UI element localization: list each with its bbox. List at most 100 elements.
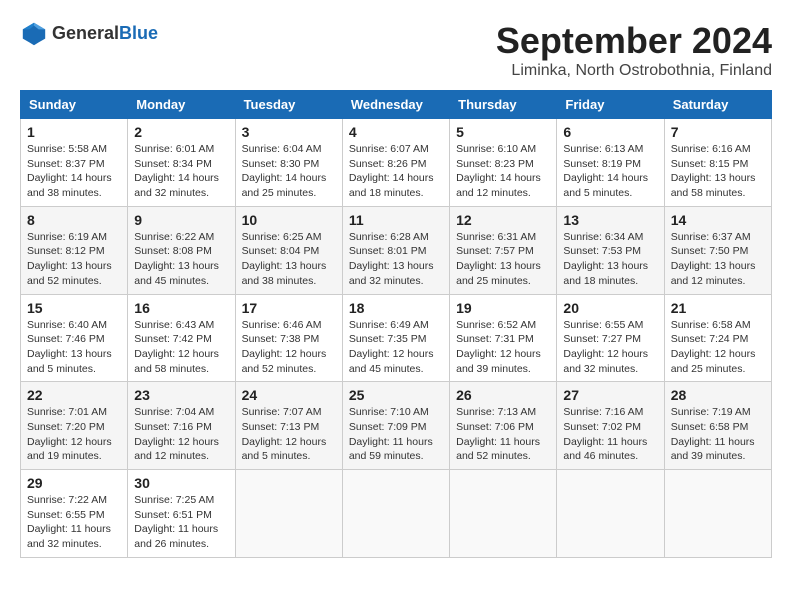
day-info: Sunrise: 7:10 AMSunset: 7:09 PMDaylight:…	[349, 405, 443, 464]
day-number: 10	[242, 212, 336, 228]
calendar-cell: 3Sunrise: 6:04 AMSunset: 8:30 PMDaylight…	[235, 119, 342, 207]
calendar-cell: 2Sunrise: 6:01 AMSunset: 8:34 PMDaylight…	[128, 119, 235, 207]
day-info: Sunrise: 6:40 AMSunset: 7:46 PMDaylight:…	[27, 318, 121, 377]
day-number: 6	[563, 124, 657, 140]
calendar-cell: 10 Sunrise: 6:25 AMSunset: 8:04 PMDayligh…	[235, 206, 342, 294]
weekday-header-row: SundayMondayTuesdayWednesdayThursdayFrid…	[21, 91, 772, 119]
day-number: 23	[134, 387, 228, 403]
day-number: 30	[134, 475, 228, 491]
day-info: Sunrise: 6:28 AMSunset: 8:01 PMDaylight:…	[349, 230, 443, 289]
day-number: 9	[134, 212, 228, 228]
calendar-cell: 17 Sunrise: 6:46 AMSunset: 7:38 PMDayligh…	[235, 294, 342, 382]
calendar-cell: 11 Sunrise: 6:28 AMSunset: 8:01 PMDayligh…	[342, 206, 449, 294]
calendar-cell: 9 Sunrise: 6:22 AMSunset: 8:08 PMDaylight…	[128, 206, 235, 294]
day-number: 12	[456, 212, 550, 228]
calendar-cell: 1Sunrise: 5:58 AMSunset: 8:37 PMDaylight…	[21, 119, 128, 207]
day-number: 25	[349, 387, 443, 403]
logo-text: GeneralBlue	[52, 24, 158, 44]
calendar-cell: 27 Sunrise: 7:16 AMSunset: 7:02 PMDayligh…	[557, 382, 664, 470]
weekday-header: Friday	[557, 91, 664, 119]
calendar-cell: 7 Sunrise: 6:16 AMSunset: 8:15 PMDaylight…	[664, 119, 771, 207]
location: Liminka, North Ostrobothnia, Finland	[496, 62, 772, 80]
day-info: Sunrise: 6:55 AMSunset: 7:27 PMDaylight:…	[563, 318, 657, 377]
calendar-cell	[557, 470, 664, 558]
day-info: Sunrise: 6:43 AMSunset: 7:42 PMDaylight:…	[134, 318, 228, 377]
calendar-cell: 13Sunrise: 6:34 AMSunset: 7:53 PMDayligh…	[557, 206, 664, 294]
calendar-cell: 18 Sunrise: 6:49 AMSunset: 7:35 PMDayligh…	[342, 294, 449, 382]
day-number: 7	[671, 124, 765, 140]
calendar-cell: 24 Sunrise: 7:07 AMSunset: 7:13 PMDayligh…	[235, 382, 342, 470]
day-number: 27	[563, 387, 657, 403]
calendar-cell	[664, 470, 771, 558]
day-number: 16	[134, 300, 228, 316]
day-number: 1	[27, 124, 121, 140]
month-title: September 2024	[496, 20, 772, 62]
day-info: Sunrise: 6:31 AMSunset: 7:57 PMDaylight:…	[456, 230, 550, 289]
calendar-cell: 19 Sunrise: 6:52 AMSunset: 7:31 PMDayligh…	[450, 294, 557, 382]
day-number: 20	[563, 300, 657, 316]
title-block: September 2024 Liminka, North Ostrobothn…	[496, 20, 772, 80]
day-info: Sunrise: 6:34 AMSunset: 7:53 PMDaylight:…	[563, 230, 657, 289]
calendar-cell	[450, 470, 557, 558]
day-number: 18	[349, 300, 443, 316]
day-number: 24	[242, 387, 336, 403]
logo-icon	[20, 20, 48, 48]
calendar-week-row: 8 Sunrise: 6:19 AMSunset: 8:12 PMDaylight…	[21, 206, 772, 294]
day-info: Sunrise: 6:49 AMSunset: 7:35 PMDaylight:…	[349, 318, 443, 377]
day-info: Sunrise: 6:19 AMSunset: 8:12 PMDaylight:…	[27, 230, 121, 289]
calendar-cell: 26 Sunrise: 7:13 AMSunset: 7:06 PMDayligh…	[450, 382, 557, 470]
day-number: 14	[671, 212, 765, 228]
day-info: Sunrise: 7:19 AMSunset: 6:58 PMDaylight:…	[671, 405, 765, 464]
day-info: Sunrise: 6:37 AMSunset: 7:50 PMDaylight:…	[671, 230, 765, 289]
calendar-cell	[342, 470, 449, 558]
calendar-cell: 21 Sunrise: 6:58 AMSunset: 7:24 PMDayligh…	[664, 294, 771, 382]
calendar-cell: 12 Sunrise: 6:31 AMSunset: 7:57 PMDayligh…	[450, 206, 557, 294]
calendar-cell: 4 Sunrise: 6:07 AMSunset: 8:26 PMDaylight…	[342, 119, 449, 207]
calendar-cell: 25 Sunrise: 7:10 AMSunset: 7:09 PMDayligh…	[342, 382, 449, 470]
calendar-cell: 20 Sunrise: 6:55 AMSunset: 7:27 PMDayligh…	[557, 294, 664, 382]
day-number: 4	[349, 124, 443, 140]
calendar-cell: 29 Sunrise: 7:22 AMSunset: 6:55 PMDayligh…	[21, 470, 128, 558]
day-number: 28	[671, 387, 765, 403]
day-number: 21	[671, 300, 765, 316]
day-info: Sunrise: 6:46 AMSunset: 7:38 PMDaylight:…	[242, 318, 336, 377]
day-info: Sunrise: 6:04 AMSunset: 8:30 PMDaylight:…	[242, 142, 336, 201]
day-info: Sunrise: 6:13 AMSunset: 8:19 PMDaylight:…	[563, 142, 657, 201]
weekday-header: Sunday	[21, 91, 128, 119]
day-info: Sunrise: 6:07 AMSunset: 8:26 PMDaylight:…	[349, 142, 443, 201]
page-header: GeneralBlue September 2024 Liminka, Nort…	[20, 20, 772, 80]
day-number: 19	[456, 300, 550, 316]
day-info: Sunrise: 6:58 AMSunset: 7:24 PMDaylight:…	[671, 318, 765, 377]
calendar-week-row: 29 Sunrise: 7:22 AMSunset: 6:55 PMDayligh…	[21, 470, 772, 558]
calendar-week-row: 22Sunrise: 7:01 AMSunset: 7:20 PMDayligh…	[21, 382, 772, 470]
day-info: Sunrise: 7:13 AMSunset: 7:06 PMDaylight:…	[456, 405, 550, 464]
calendar-cell: 16 Sunrise: 6:43 AMSunset: 7:42 PMDayligh…	[128, 294, 235, 382]
day-info: Sunrise: 7:22 AMSunset: 6:55 PMDaylight:…	[27, 493, 121, 552]
logo-blue: Blue	[119, 24, 158, 44]
day-number: 17	[242, 300, 336, 316]
day-number: 29	[27, 475, 121, 491]
day-info: Sunrise: 7:04 AMSunset: 7:16 PMDaylight:…	[134, 405, 228, 464]
day-info: Sunrise: 7:25 AMSunset: 6:51 PMDaylight:…	[134, 493, 228, 552]
day-number: 8	[27, 212, 121, 228]
day-info: Sunrise: 7:07 AMSunset: 7:13 PMDaylight:…	[242, 405, 336, 464]
day-number: 11	[349, 212, 443, 228]
logo: GeneralBlue	[20, 20, 158, 48]
day-number: 26	[456, 387, 550, 403]
weekday-header: Saturday	[664, 91, 771, 119]
day-info: Sunrise: 6:52 AMSunset: 7:31 PMDaylight:…	[456, 318, 550, 377]
calendar-cell: 6 Sunrise: 6:13 AMSunset: 8:19 PMDaylight…	[557, 119, 664, 207]
day-number: 22	[27, 387, 121, 403]
calendar-cell	[235, 470, 342, 558]
calendar-table: SundayMondayTuesdayWednesdayThursdayFrid…	[20, 90, 772, 558]
calendar-cell: 8 Sunrise: 6:19 AMSunset: 8:12 PMDaylight…	[21, 206, 128, 294]
day-info: Sunrise: 6:22 AMSunset: 8:08 PMDaylight:…	[134, 230, 228, 289]
weekday-header: Tuesday	[235, 91, 342, 119]
calendar-cell: 5Sunrise: 6:10 AMSunset: 8:23 PMDaylight…	[450, 119, 557, 207]
day-info: Sunrise: 7:16 AMSunset: 7:02 PMDaylight:…	[563, 405, 657, 464]
calendar-cell: 15Sunrise: 6:40 AMSunset: 7:46 PMDayligh…	[21, 294, 128, 382]
day-number: 2	[134, 124, 228, 140]
day-info: Sunrise: 6:25 AMSunset: 8:04 PMDaylight:…	[242, 230, 336, 289]
calendar-cell: 30 Sunrise: 7:25 AMSunset: 6:51 PMDayligh…	[128, 470, 235, 558]
day-info: Sunrise: 6:16 AMSunset: 8:15 PMDaylight:…	[671, 142, 765, 201]
